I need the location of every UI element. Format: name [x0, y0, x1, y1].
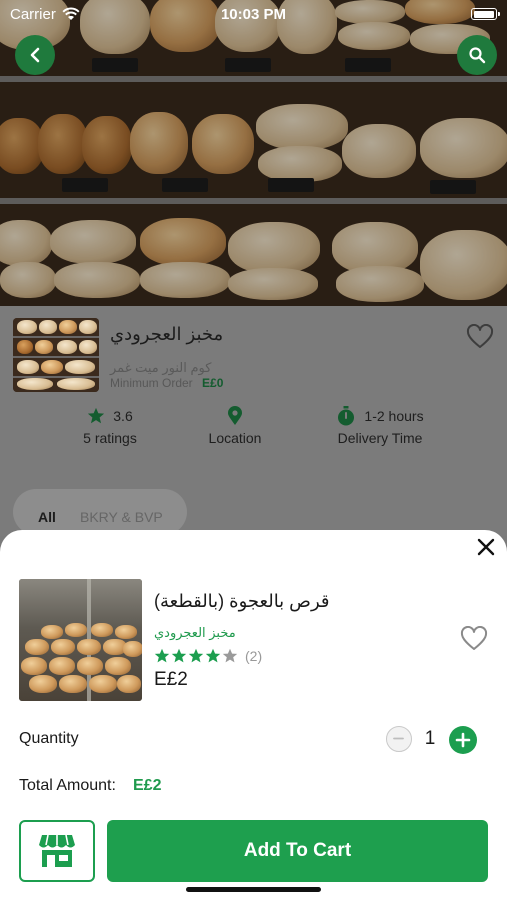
bread-decor [89, 675, 117, 693]
bread-decor [21, 657, 47, 675]
bread-decor [41, 360, 63, 374]
dim-overlay [0, 0, 507, 306]
bread-decor [41, 625, 63, 639]
star-icon [88, 407, 105, 424]
minimum-order-value: E£0 [202, 376, 224, 390]
quantity-label: Quantity [19, 730, 79, 747]
delivery-time-value: 1-2 hours [364, 408, 424, 424]
quantity-decrease-button[interactable] [386, 726, 412, 752]
bread-decor [105, 657, 131, 675]
bread-decor [17, 360, 39, 374]
bread-decor [17, 340, 33, 354]
product-rating: (2) [154, 648, 262, 664]
bread-decor [35, 340, 53, 354]
bread-decor [91, 623, 113, 637]
product-image [19, 579, 142, 701]
stopwatch-icon [338, 406, 355, 426]
bread-decor [65, 360, 95, 374]
review-count: (2) [245, 648, 263, 664]
home-indicator [186, 887, 321, 892]
bread-decor [57, 340, 77, 354]
star-icon [171, 648, 187, 663]
product-name: قرص بالعجوة (بالقطعة) [154, 591, 330, 611]
battery-icon [471, 8, 500, 20]
product-store-name[interactable]: مخبز العجرودي [154, 625, 236, 641]
bread-decor [115, 625, 137, 639]
location-stat[interactable]: Location [200, 406, 270, 446]
bread-decor [29, 675, 57, 693]
product-price: E£2 [154, 669, 188, 690]
rating-stat: 3.6 5 ratings [72, 406, 148, 446]
location-label: Location [208, 430, 262, 446]
bread-decor [49, 657, 75, 675]
rating-count: 5 ratings [83, 430, 137, 446]
bread-decor [65, 623, 87, 637]
minimum-order-label: Minimum Order [110, 376, 193, 390]
plus-icon [455, 732, 471, 748]
bread-decor [117, 675, 141, 693]
star-icon [205, 648, 221, 663]
bread-decor [17, 320, 37, 334]
store-button[interactable] [19, 820, 95, 882]
tab-bkry-bvp[interactable]: BKRY & BVP [80, 509, 163, 525]
store-icon [39, 834, 75, 867]
delivery-time-label: Delivery Time [337, 430, 423, 446]
close-icon[interactable] [474, 535, 498, 559]
search-icon [469, 47, 486, 64]
back-arrow-icon [30, 47, 40, 63]
store-name: مخبز العجرودي [110, 324, 224, 344]
delivery-stat: 1-2 hours Delivery Time [332, 406, 428, 446]
star-icon [188, 648, 204, 663]
bread-decor [77, 639, 101, 655]
add-to-cart-button[interactable]: Add To Cart [107, 820, 488, 882]
bread-decor [123, 641, 142, 657]
total-amount-label: Total Amount: [19, 777, 116, 794]
bread-decor [79, 320, 97, 334]
bread-decor [59, 675, 87, 693]
star-icon [154, 648, 170, 663]
minus-icon [393, 737, 404, 740]
heart-icon[interactable] [466, 324, 494, 350]
rating-value: 3.6 [113, 408, 133, 424]
bread-decor [79, 340, 97, 354]
status-bar: Carrier 10:03 PM [0, 0, 507, 28]
total-amount-value: E£2 [133, 777, 162, 794]
star-icon [222, 648, 238, 663]
back-button[interactable] [15, 35, 55, 75]
store-cover-image [0, 0, 507, 306]
store-info-panel: مخبز العجرودي كوم النور ميت غمر Minimum … [0, 306, 507, 536]
bread-decor [25, 639, 49, 655]
product-bottom-sheet: قرص بالعجوة (بالقطعة) مخبز العجرودي (2) … [0, 530, 507, 900]
bread-decor [77, 657, 103, 675]
tab-all[interactable]: All [38, 509, 56, 525]
clock: 10:03 PM [220, 5, 287, 23]
heart-icon[interactable] [460, 626, 488, 652]
bread-decor [57, 378, 95, 390]
bread-decor [17, 378, 53, 390]
bread-decor [59, 320, 77, 334]
minimum-order: Minimum Order E£0 [110, 376, 223, 390]
store-area: كوم النور ميت غمر [110, 360, 212, 375]
bread-decor [39, 320, 57, 334]
quantity-increase-button[interactable] [449, 726, 477, 754]
search-button[interactable] [457, 35, 497, 75]
location-pin-icon [228, 406, 242, 425]
quantity-value: 1 [424, 728, 436, 749]
bread-decor [51, 639, 75, 655]
store-thumbnail [13, 318, 99, 392]
